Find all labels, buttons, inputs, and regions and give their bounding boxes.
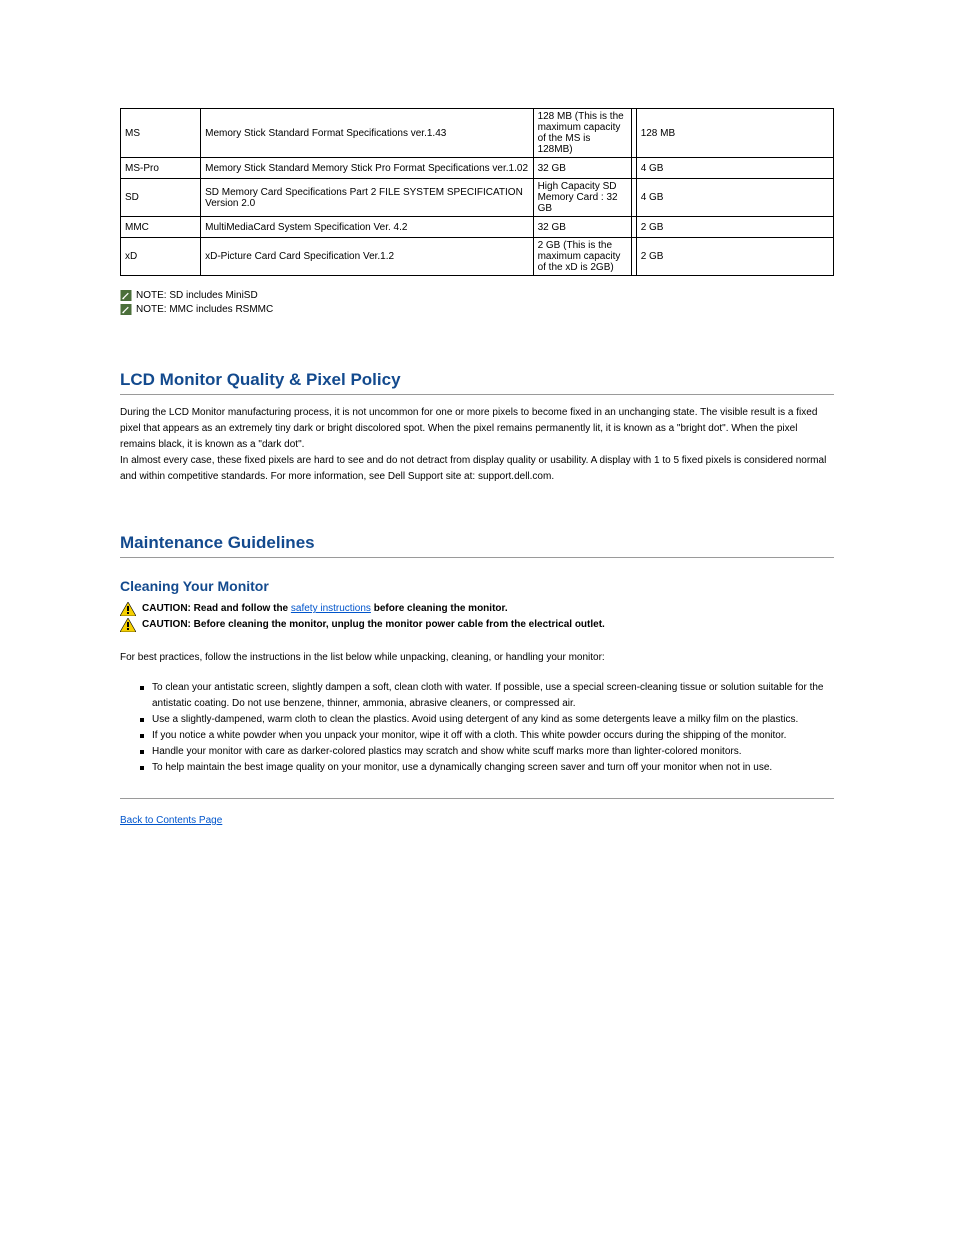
cell: xD-Picture Card Card Specification Ver.1… bbox=[201, 238, 533, 276]
pencil-icon bbox=[120, 304, 132, 315]
warning-triangle-icon bbox=[120, 602, 136, 616]
cell: MS bbox=[121, 109, 201, 158]
note-row: NOTE: MMC includes RSMMC bbox=[120, 302, 954, 316]
note-row: NOTE: SD includes MiniSD bbox=[120, 288, 954, 302]
list-item: To clean your antistatic screen, slightl… bbox=[140, 680, 834, 712]
note-text: NOTE: SD includes MiniSD bbox=[136, 290, 258, 301]
cell: 2 GB (This is the maximum capacity of th… bbox=[533, 238, 631, 276]
bullet-list: To clean your antistatic screen, slightl… bbox=[140, 680, 834, 776]
list-item: To help maintain the best image quality … bbox=[140, 760, 834, 776]
subsection-heading-cleaning: Cleaning Your Monitor bbox=[120, 578, 954, 594]
caution-suffix: before cleaning the monitor. bbox=[374, 603, 508, 614]
caution-text: CAUTION: Before cleaning the monitor, un… bbox=[142, 618, 605, 632]
caution-2: CAUTION: Before cleaning the monitor, un… bbox=[142, 619, 605, 630]
cell: 32 GB bbox=[533, 217, 631, 238]
cell: xD bbox=[121, 238, 201, 276]
cell: 2 GB bbox=[636, 238, 833, 276]
list-item: Handle your monitor with care as darker-… bbox=[140, 744, 834, 760]
cell: 4 GB bbox=[636, 158, 833, 179]
intro-text: For best practices, follow the instructi… bbox=[120, 650, 834, 666]
warning-triangle-icon bbox=[120, 618, 136, 632]
safety-instructions-link[interactable]: safety instructions bbox=[291, 603, 371, 614]
cell: SD Memory Card Specifications Part 2 FIL… bbox=[201, 179, 533, 217]
caution-row: CAUTION: Read and follow the safety inst… bbox=[120, 602, 834, 616]
table-row: MS Memory Stick Standard Format Specific… bbox=[121, 109, 834, 158]
cell: Memory Stick Standard Format Specificati… bbox=[201, 109, 533, 158]
cell: Memory Stick Standard Memory Stick Pro F… bbox=[201, 158, 533, 179]
section-heading-lcd-policy: LCD Monitor Quality & Pixel Policy bbox=[120, 370, 954, 390]
divider bbox=[120, 798, 834, 799]
cell: 2 GB bbox=[636, 217, 833, 238]
cell: 128 MB (This is the maximum capacity of … bbox=[533, 109, 631, 158]
cell: MultiMediaCard System Specification Ver.… bbox=[201, 217, 533, 238]
table-row: SD SD Memory Card Specifications Part 2 … bbox=[121, 179, 834, 217]
divider bbox=[120, 394, 834, 395]
cell: MMC bbox=[121, 217, 201, 238]
cell: MS-Pro bbox=[121, 158, 201, 179]
cell: 128 MB bbox=[636, 109, 833, 158]
caution-prefix: CAUTION: Read and follow the bbox=[142, 603, 291, 614]
list-item: If you notice a white powder when you un… bbox=[140, 728, 834, 744]
note-text: NOTE: MMC includes RSMMC bbox=[136, 304, 273, 315]
flash-card-table: MS Memory Stick Standard Format Specific… bbox=[120, 108, 834, 276]
list-item: Use a slightly-dampened, warm cloth to c… bbox=[140, 712, 834, 728]
body-text: During the LCD Monitor manufacturing pro… bbox=[120, 405, 834, 485]
caution-row: CAUTION: Before cleaning the monitor, un… bbox=[120, 618, 834, 632]
document-page: MS Memory Stick Standard Format Specific… bbox=[0, 108, 954, 866]
cell: 4 GB bbox=[636, 179, 833, 217]
cell: SD bbox=[121, 179, 201, 217]
back-to-contents-link[interactable]: Back to Contents Page bbox=[120, 815, 222, 826]
table-row: MMC MultiMediaCard System Specification … bbox=[121, 217, 834, 238]
caution-text: CAUTION: Read and follow the safety inst… bbox=[142, 602, 508, 616]
divider bbox=[120, 557, 834, 558]
table-row: MS-Pro Memory Stick Standard Memory Stic… bbox=[121, 158, 834, 179]
section-heading-maintenance: Maintenance Guidelines bbox=[120, 533, 954, 553]
cell: 32 GB bbox=[533, 158, 631, 179]
cell: High Capacity SD Memory Card : 32 GB bbox=[533, 179, 631, 217]
pencil-icon bbox=[120, 290, 132, 301]
table-row: xD xD-Picture Card Card Specification Ve… bbox=[121, 238, 834, 276]
